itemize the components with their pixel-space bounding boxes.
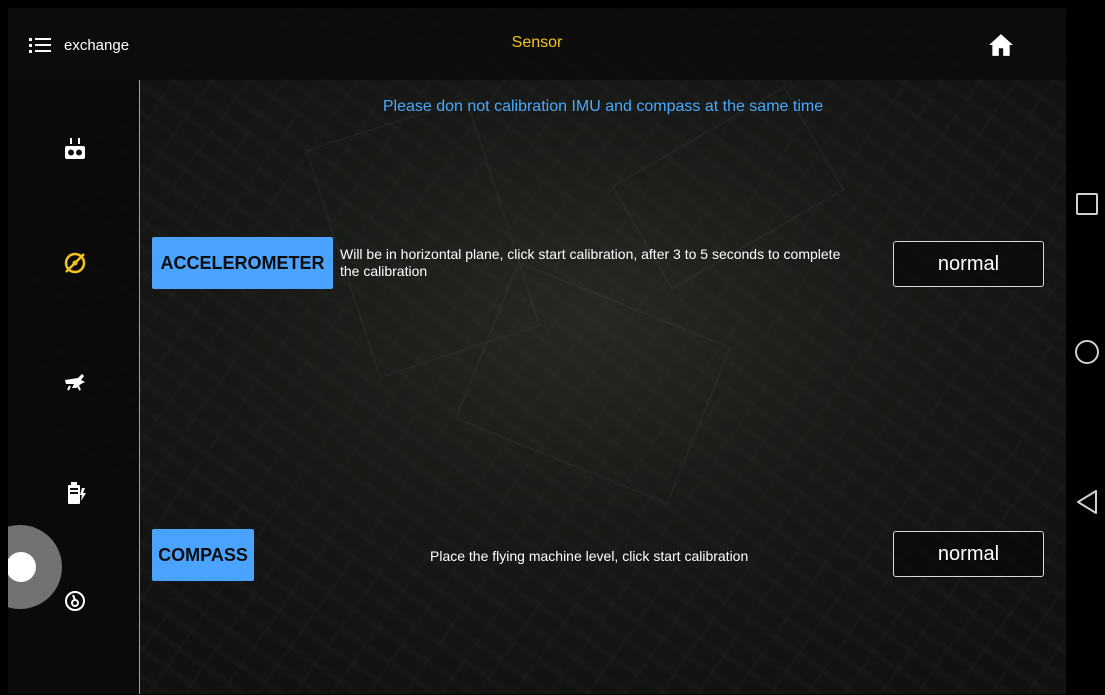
accelerometer-calibrate-button[interactable]: ACCELEROMETER [152,237,333,289]
back-button[interactable] [1074,489,1100,515]
compass-icon [64,252,86,274]
recents-icon [1076,193,1098,215]
battery-icon [68,482,86,504]
system-navigation-bar [1066,0,1105,695]
recents-button[interactable] [1074,191,1100,217]
page-title: Sensor [511,34,563,51]
floating-control-knob [8,552,36,582]
sidebar-item-battery[interactable] [62,480,88,506]
compass-description: Place the flying machine level, click st… [430,548,749,564]
drone-icon [65,374,85,391]
gauge-icon [65,591,85,611]
sidebar-item-aircraft[interactable] [62,368,88,394]
sidebar-item-compass[interactable] [62,250,88,276]
home-icon [989,34,1013,56]
compass-status: normal [893,531,1044,577]
sidebar-item-remote[interactable] [62,136,88,162]
accelerometer-description: Will be in horizontal plane, click start… [340,246,841,279]
sidebar-item-gauge[interactable] [62,588,88,614]
home-circle-icon [1075,340,1099,364]
remote-controller-icon [65,138,85,159]
screen: exchange Sensor Please don not calibrati… [0,0,1105,695]
system-home-button[interactable] [1074,339,1100,365]
home-button[interactable] [988,32,1014,58]
top-bar: exchange Sensor [8,8,1066,80]
back-icon [1077,490,1097,514]
accelerometer-status: normal [893,241,1044,287]
app-window: exchange Sensor Please don not calibrati… [8,8,1066,694]
calibration-warning: Please don not calibration IMU and compa… [382,98,824,115]
compass-calibrate-button[interactable]: COMPASS [152,529,254,581]
